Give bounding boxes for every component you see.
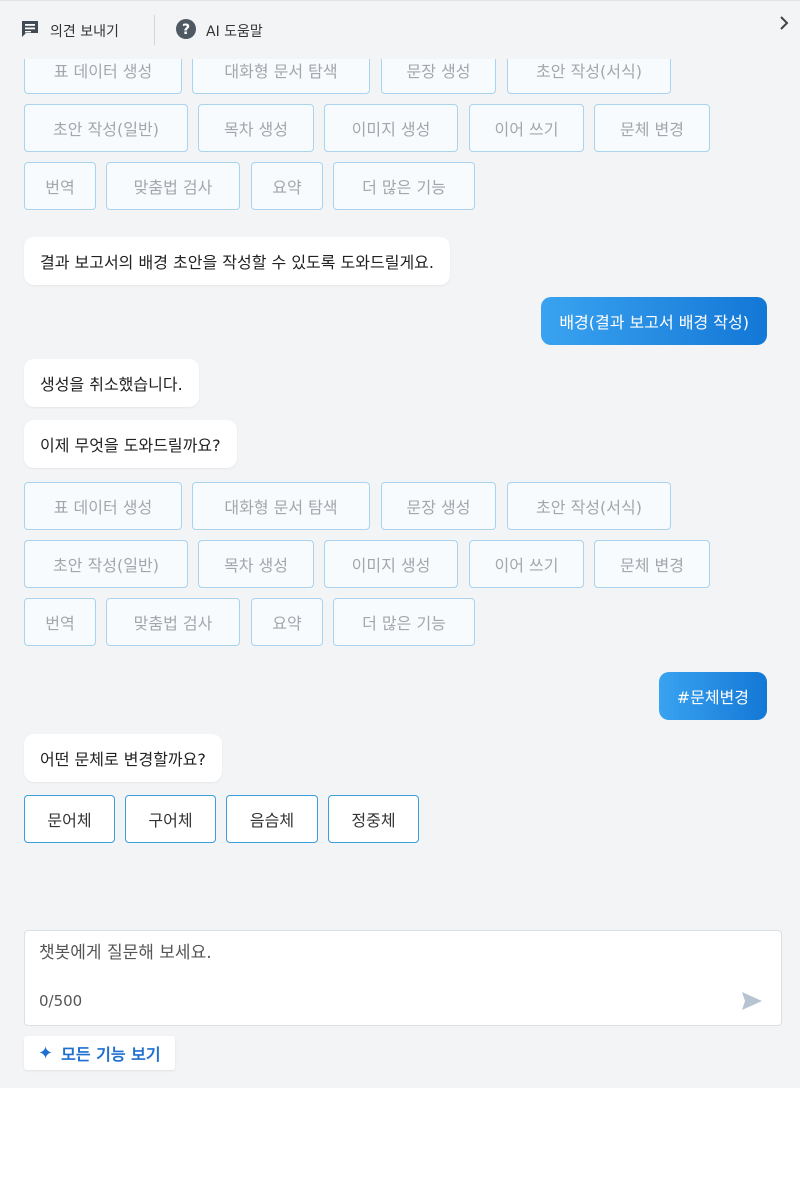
bot-message: 생성을 취소했습니다. <box>24 359 199 407</box>
style-option-eumseum[interactable]: 음슴체 <box>226 795 318 843</box>
header-divider <box>154 15 155 45</box>
chip-style-change: 문체 변경 <box>594 104 710 152</box>
ai-help-label: AI 도움말 <box>206 24 263 40</box>
chip-draft-general: 초안 작성(일반) <box>24 104 188 152</box>
user-message: #문체변경 <box>658 672 767 720</box>
feedback-button[interactable]: 의견 보내기 <box>20 19 119 43</box>
chip-translate: 번역 <box>24 598 96 646</box>
view-all-features-label: 모든 기능 보기 <box>61 1045 161 1064</box>
ai-help-button[interactable]: ? AI 도움말 <box>176 19 263 43</box>
chat-input-box: 0/500 <box>24 930 782 1026</box>
chip-style-change: 문체 변경 <box>594 540 710 588</box>
chip-summary: 요약 <box>251 598 323 646</box>
chip-conversational-doc: 대화형 문서 탐색 <box>192 482 370 530</box>
chip-toc: 목차 생성 <box>198 540 314 588</box>
feedback-icon <box>20 19 40 43</box>
feedback-label: 의견 보내기 <box>50 24 119 40</box>
chip-continue-writing: 이어 쓰기 <box>469 540 584 588</box>
help-icon: ? <box>176 19 196 43</box>
chip-toc: 목차 생성 <box>198 104 314 152</box>
chip-spellcheck: 맞춤법 검사 <box>106 598 240 646</box>
send-icon[interactable] <box>741 991 763 1015</box>
chip-more-features: 더 많은 기능 <box>333 162 475 210</box>
chip-draft-template: 초안 작성(서식) <box>507 482 671 530</box>
chip-image-gen: 이미지 생성 <box>324 540 458 588</box>
chip-table-data: 표 데이터 생성 <box>24 482 182 530</box>
style-option-colloquial[interactable]: 구어체 <box>125 795 216 843</box>
svg-text:?: ? <box>182 22 190 38</box>
sparkle-icon: ✦ <box>38 1042 54 1064</box>
chevron-right-icon[interactable] <box>778 15 790 36</box>
user-message: 배경(결과 보고서 배경 작성) <box>541 297 767 345</box>
chip-summary: 요약 <box>251 162 323 210</box>
style-option-polite[interactable]: 정중체 <box>328 795 419 843</box>
chip-draft-general: 초안 작성(일반) <box>24 540 188 588</box>
chip-sentence-gen: 문장 생성 <box>381 482 496 530</box>
chip-translate: 번역 <box>24 162 96 210</box>
chip-image-gen: 이미지 생성 <box>324 104 458 152</box>
chat-input[interactable] <box>39 943 719 963</box>
chip-spellcheck: 맞춤법 검사 <box>106 162 240 210</box>
style-option-literary[interactable]: 문어체 <box>24 795 115 843</box>
chat-panel: 의견 보내기 ? AI 도움말 표 데이터 생성 대화형 문서 탐색 문장 생성… <box>0 0 800 1088</box>
view-all-features-button[interactable]: ✦ 모든 기능 보기 <box>24 1036 175 1070</box>
chip-more-features: 더 많은 기능 <box>333 598 475 646</box>
char-count: 0/500 <box>39 992 83 1010</box>
bot-message: 이제 무엇을 도와드릴까요? <box>24 420 237 468</box>
bot-message: 어떤 문체로 변경할까요? <box>24 734 222 782</box>
bot-message: 결과 보고서의 배경 초안을 작성할 수 있도록 도와드릴게요. <box>24 237 450 285</box>
chip-continue-writing: 이어 쓰기 <box>469 104 584 152</box>
panel-header: 의견 보내기 ? AI 도움말 <box>0 1 800 59</box>
